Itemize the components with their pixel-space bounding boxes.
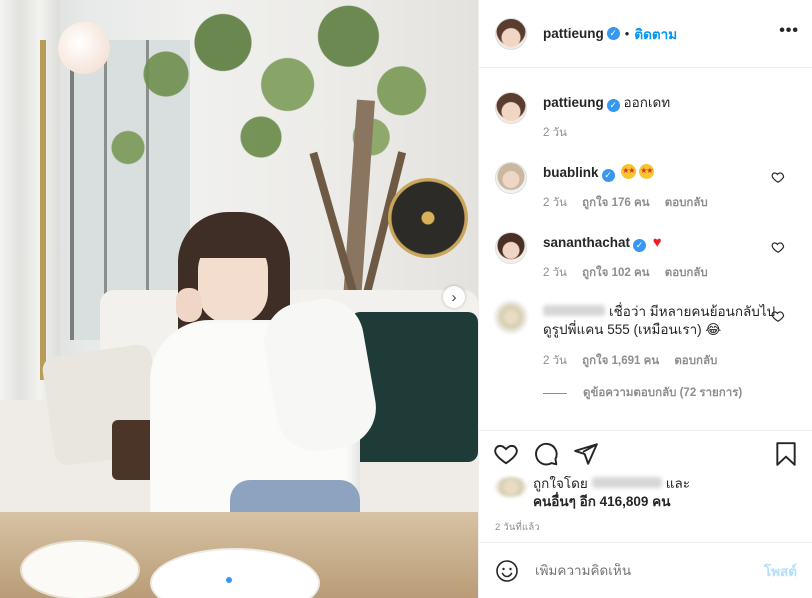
- carousel-dots: [0, 577, 478, 583]
- person-hand: [176, 288, 202, 322]
- emoji-smile-icon[interactable]: [495, 559, 519, 583]
- comment-time[interactable]: 2 วัน: [543, 355, 567, 367]
- comment-body: buablink ✓: [543, 162, 783, 182]
- person-bangs: [192, 220, 276, 258]
- comment-meta: 2 วัน ถูกใจ 102 คน ตอบกลับ: [543, 264, 720, 282]
- liked-by-label: ถูกใจโดย: [533, 476, 588, 491]
- post-time[interactable]: 2 วันที่แล้ว: [495, 520, 540, 535]
- action-buttons: [493, 441, 599, 467]
- red-heart-emoji-icon: ♥: [652, 234, 662, 251]
- next-slide-button[interactable]: ›: [443, 286, 465, 308]
- others-count[interactable]: คนอื่นๆ อีก 416,809 คน: [533, 494, 670, 509]
- view-replies-button[interactable]: ดูข้อความตอบกลับ (72 รายการ): [543, 384, 742, 402]
- star-struck-emoji-icon: [639, 162, 655, 180]
- view-replies-label: ดูข้อความตอบกลับ (72 รายการ): [583, 387, 743, 399]
- likes-summary: ถูกใจโดย และ คนอื่นๆ อีก 416,809 คน: [495, 475, 690, 511]
- plate: [20, 540, 140, 598]
- comment-likes[interactable]: ถูกใจ 176 คน: [582, 197, 649, 209]
- post-comment-button[interactable]: โพสต์: [764, 560, 797, 582]
- avatar[interactable]: [495, 92, 527, 124]
- comment-meta: 2 วัน ถูกใจ 1,691 คน ตอบกลับ: [543, 352, 729, 370]
- post-actions: ถูกใจโดย และ คนอื่นๆ อีก 416,809 คน 2 วัน…: [479, 430, 812, 542]
- tree-foliage: [90, 0, 470, 200]
- carousel-dot: [226, 577, 232, 583]
- reply-button[interactable]: ตอบกลับ: [665, 267, 708, 279]
- heart-icon[interactable]: [771, 170, 785, 184]
- avatar[interactable]: [495, 162, 527, 194]
- heart-icon[interactable]: [493, 441, 519, 467]
- comment-meta: 2 วัน ถูกใจ 176 คน ตอบกลับ: [543, 194, 720, 212]
- caption-username[interactable]: pattieung: [543, 95, 604, 110]
- post-header: pattieung ✓ • ติดตาม •••: [479, 0, 812, 68]
- chevron-right-icon: ›: [451, 288, 457, 306]
- post-side-panel: pattieung ✓ • ติดตาม ••• pattieung ✓ ออกเ…: [478, 0, 812, 598]
- bookmark-icon[interactable]: [773, 441, 799, 467]
- verified-icon: ✓: [633, 238, 647, 252]
- reply-button[interactable]: ตอบกลับ: [674, 355, 717, 367]
- follow-button[interactable]: ติดตาม: [634, 23, 677, 45]
- comments-list[interactable]: pattieung✓ ออกเดท 2 วัน buablink✓ 2 วัน …: [479, 69, 812, 430]
- heart-icon[interactable]: [771, 240, 785, 254]
- comment-username[interactable]: sananthachat: [543, 235, 630, 250]
- floor-lamp: [40, 22, 110, 380]
- carousel-dot: [236, 577, 242, 583]
- more-options-icon[interactable]: •••: [779, 22, 799, 40]
- avatar[interactable]: [495, 301, 527, 333]
- verified-icon: ✓: [601, 168, 615, 182]
- caption-text: ออกเดท: [623, 95, 671, 110]
- likes-text: ถูกใจโดย และ คนอื่นๆ อีก 416,809 คน: [533, 475, 690, 511]
- add-comment-bar: โพสต์: [479, 542, 812, 598]
- comment-username[interactable]: buablink: [543, 165, 599, 180]
- carousel-dot: [246, 577, 252, 583]
- liker-avatar[interactable]: [495, 477, 527, 497]
- avatar[interactable]: [495, 232, 527, 264]
- comment-time[interactable]: 2 วัน: [543, 197, 567, 209]
- replies-divider: [543, 392, 567, 394]
- comment-input[interactable]: [535, 563, 745, 578]
- heart-icon[interactable]: [771, 309, 785, 323]
- comment-likes[interactable]: ถูกใจ 1,691 คน: [582, 355, 659, 367]
- star-struck-emoji-icon: [621, 162, 637, 180]
- caption-meta: 2 วัน: [543, 124, 579, 142]
- comment-likes[interactable]: ถูกใจ 102 คน: [582, 267, 649, 279]
- verified-icon: ✓: [606, 98, 620, 112]
- blurred-username[interactable]: [543, 305, 605, 316]
- sunburst-mirror: [388, 178, 468, 258]
- reply-button[interactable]: ตอบกลับ: [665, 197, 708, 209]
- comment-time[interactable]: 2 วัน: [543, 267, 567, 279]
- avatar[interactable]: [495, 17, 527, 50]
- comment-body: sananthachat ✓ ♥: [543, 234, 783, 252]
- and-label: และ: [665, 476, 691, 491]
- caption-time[interactable]: 2 วัน: [543, 127, 567, 139]
- caption-body: pattieung ✓ ออกเดท: [543, 94, 783, 112]
- separator-dot: •: [624, 26, 630, 41]
- share-icon[interactable]: [573, 441, 599, 467]
- owner-username[interactable]: pattieung: [543, 26, 604, 41]
- post-photo[interactable]: ›: [0, 0, 478, 598]
- verified-icon: ✓: [606, 27, 620, 40]
- blurred-liker-name[interactable]: [591, 477, 662, 488]
- comment-icon[interactable]: [533, 441, 559, 467]
- comment-body: เชื่อว่า มีหลายคนย้อนกลับไปดูรูปพี่แคน 5…: [543, 303, 783, 339]
